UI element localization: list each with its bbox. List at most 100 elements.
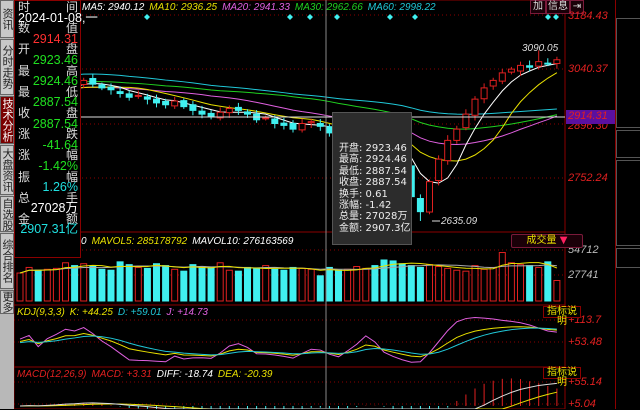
- volume-bar: [180, 270, 188, 302]
- side-tab[interactable]: [616, 130, 640, 158]
- candle-body: [162, 100, 170, 106]
- volume-bar: [162, 265, 170, 302]
- chart-canvas[interactable]: [0, 0, 640, 409]
- volume-bar: [153, 263, 160, 302]
- tab-more[interactable]: 更多: [0, 290, 14, 314]
- candle-body: [189, 104, 197, 111]
- tooltip-row: 开盘: 2923.46: [339, 143, 407, 154]
- volume-bar: [262, 265, 270, 302]
- legend-item: MA30: 2962.66: [294, 2, 363, 13]
- candle-body: [262, 117, 270, 120]
- price-axis-label: 2752.24: [568, 172, 608, 184]
- price-axis-label: 3040.37: [568, 63, 608, 75]
- volume-bar: [498, 252, 506, 302]
- info-label-left: 振: [18, 169, 31, 184]
- price-axis-label: 3184.43: [568, 10, 608, 22]
- tab-news[interactable]: 资讯: [0, 0, 14, 38]
- legend-item: MAVOL5: 285178792: [91, 236, 188, 247]
- high-annotation: 3090.05: [522, 43, 559, 54]
- volume-bar: [198, 266, 206, 302]
- candle-body: [180, 100, 188, 108]
- tab-label: 更多: [1, 291, 14, 313]
- legend-item: MAVOL10: 276163569: [192, 236, 294, 247]
- volume-bar: [371, 265, 379, 302]
- signal-marker-icon: [307, 14, 313, 20]
- legend-item: MACD: +3.31: [91, 369, 152, 380]
- candle-body: [453, 128, 461, 141]
- legend-item: MACD(12,26,9): [17, 369, 87, 380]
- candle-body: [416, 198, 424, 213]
- macd-help-button[interactable]: 指标说明: [543, 367, 581, 388]
- tab-label: 自选股: [1, 197, 14, 231]
- tooltip-row: 最高: 2924.46: [339, 154, 407, 166]
- volume-bar: [225, 269, 233, 302]
- candle-body: [553, 59, 561, 65]
- volume-bar: [398, 263, 406, 302]
- legend-item: DEA: -20.39: [217, 369, 273, 380]
- volume-bar: [426, 264, 433, 302]
- side-tab[interactable]: [616, 18, 640, 128]
- signal-marker-icon: [412, 14, 418, 20]
- candle-body: [426, 181, 433, 213]
- volume-bar: [98, 268, 106, 302]
- volume-bar: [134, 266, 142, 302]
- volume-bar: [89, 266, 97, 302]
- volume-axis-label: 27741: [568, 269, 599, 281]
- kdj-axis-label: +53.48: [568, 336, 602, 348]
- volume-bar: [462, 270, 470, 302]
- candle-body: [98, 84, 106, 89]
- volume-bar: [507, 262, 515, 302]
- dea-line: [19, 391, 558, 409]
- volume-bar: [316, 275, 324, 302]
- volume-bar: [125, 264, 133, 302]
- side-tab[interactable]: [616, 160, 640, 246]
- volume-bar: [325, 266, 333, 302]
- right-side-panel: [615, 0, 640, 409]
- tooltip-row: 涨幅: -1.42: [339, 199, 392, 211]
- tab-market-news[interactable]: 大盘资讯: [0, 145, 14, 195]
- volume-bar: [207, 266, 215, 302]
- volume-bar: [453, 269, 461, 302]
- low-annotation: 2635.09: [441, 216, 478, 227]
- volume-bar: [143, 267, 151, 302]
- volume-bar: [435, 266, 443, 302]
- volume-bar: [271, 268, 279, 302]
- info-button[interactable]: 信息: [546, 0, 570, 14]
- tab-label: 综合排名: [1, 239, 14, 283]
- volume-bar: [471, 265, 479, 302]
- candle-body: [480, 87, 488, 100]
- info-label-left: 涨: [18, 148, 31, 163]
- volume-bar: [553, 279, 561, 302]
- candle-body: [544, 62, 552, 65]
- candle-body: [280, 122, 288, 126]
- tab-label: 技术分析: [1, 98, 14, 142]
- tab-intraday[interactable]: 分时走势: [0, 39, 14, 95]
- side-tab[interactable]: [616, 248, 640, 268]
- info-label-left: 涨: [18, 127, 31, 142]
- volume-bar: [526, 265, 534, 302]
- tab-technical-analysis[interactable]: 技术分析: [0, 96, 14, 144]
- candle-body: [462, 113, 470, 129]
- volume-bar: [480, 268, 488, 302]
- add-button[interactable]: 加: [530, 0, 546, 14]
- tab-watchlist[interactable]: 自选股: [0, 196, 14, 232]
- candle-body: [316, 123, 324, 127]
- tooltip-row: 最低: 2887.54: [339, 165, 407, 177]
- chevron-down-icon: ▼: [559, 235, 568, 246]
- candle-body: [244, 111, 251, 115]
- signal-marker-icon: [387, 14, 393, 20]
- tooltip-row: 换手: 0.61: [339, 188, 388, 200]
- tooltip-row: 收盘: 2887.54: [339, 177, 407, 189]
- legend-item: MA60: 2998.22: [367, 2, 436, 13]
- candle-body: [307, 121, 315, 124]
- tab-ranking[interactable]: 综合排名: [0, 233, 14, 289]
- candle-body: [125, 93, 133, 98]
- volume-bar: [289, 266, 297, 302]
- candle-body: [444, 139, 452, 162]
- volume-bar: [52, 267, 60, 302]
- kdj-help-button[interactable]: 指标说明: [543, 306, 581, 327]
- volume-bar: [253, 267, 261, 302]
- candle-body: [116, 91, 124, 95]
- indicator-selector[interactable]: 成交量 ▼: [511, 234, 583, 248]
- macd-legend: MACD(12,26,9) MACD: +3.31 DIFF: -18.74 DEA:…: [17, 369, 277, 380]
